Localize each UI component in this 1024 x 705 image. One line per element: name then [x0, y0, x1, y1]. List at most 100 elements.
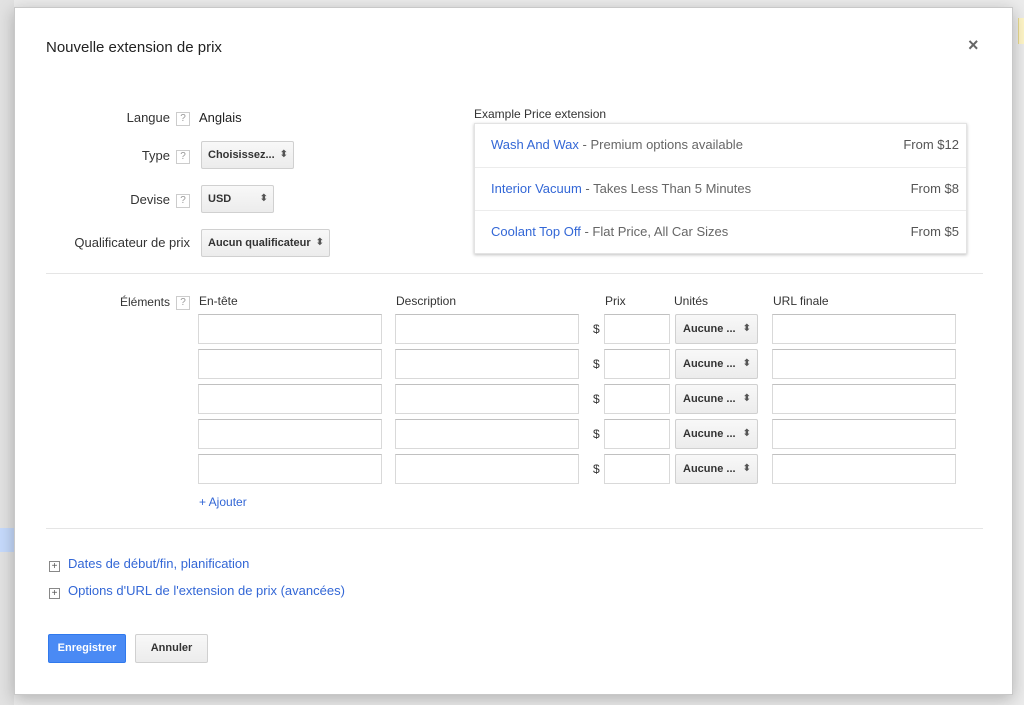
close-icon[interactable]: × [968, 35, 979, 56]
save-button[interactable]: Enregistrer [48, 634, 126, 663]
units-select[interactable]: Aucune ... ⬍ [675, 454, 758, 484]
help-icon[interactable]: ? [176, 295, 190, 310]
up-down-arrows-icon: ⬍ [742, 463, 751, 474]
qualifier-select-value: Aucun qualificateur [208, 237, 311, 249]
currency-symbol: $ [593, 392, 600, 406]
column-header-price: Prix [605, 294, 626, 308]
price-input[interactable] [604, 384, 670, 414]
final-url-input[interactable] [772, 384, 956, 414]
description-input[interactable] [395, 384, 579, 414]
description-input[interactable] [395, 349, 579, 379]
example-title: Example Price extension [474, 107, 607, 121]
column-header-final-url: URL finale [773, 294, 829, 308]
description-input[interactable] [395, 454, 579, 484]
example-price: From $8 [910, 181, 959, 196]
type-select-value: Choisissez... [208, 149, 275, 161]
price-extension-dialog: Nouvelle extension de prix × Langue? Ang… [14, 7, 1013, 695]
divider [46, 273, 983, 274]
description-input[interactable] [395, 419, 579, 449]
example-preview: Wash And Wax - Premium options available… [474, 123, 967, 254]
add-item-link[interactable]: + Ajouter [199, 495, 247, 509]
qualifier-select[interactable]: Aucun qualificateur ⬍ [201, 229, 330, 257]
units-select-value: Aucune ... [683, 393, 736, 405]
up-down-arrows-icon: ⬍ [315, 237, 324, 248]
final-url-input[interactable] [772, 419, 956, 449]
currency-symbol: $ [593, 462, 600, 476]
header-input[interactable] [198, 314, 382, 344]
column-header-description: Description [396, 294, 457, 308]
example-row-text: Interior Vacuum - Takes Less Than 5 Minu… [491, 181, 751, 196]
items-label: Éléments [119, 295, 170, 309]
currency-label: Devise [130, 192, 170, 207]
type-label-group: Type? [55, 148, 190, 164]
dates-expander[interactable]: + Dates de début/fin, planification [49, 556, 249, 572]
type-select[interactable]: Choisissez... ⬍ [201, 141, 294, 169]
currency-label-group: Devise? [55, 192, 190, 208]
url-options-expander[interactable]: + Options d'URL de l'extension de prix (a… [49, 583, 345, 599]
units-select[interactable]: Aucune ... ⬍ [675, 384, 758, 414]
header-input[interactable] [198, 384, 382, 414]
background-notice [1018, 18, 1024, 44]
up-down-arrows-icon: ⬍ [279, 149, 288, 160]
plus-box-icon: + [49, 561, 60, 572]
final-url-input[interactable] [772, 454, 956, 484]
units-select-value: Aucune ... [683, 428, 736, 440]
up-down-arrows-icon: ⬍ [259, 193, 268, 204]
up-down-arrows-icon: ⬍ [742, 428, 751, 439]
example-link: Coolant Top Off [491, 224, 581, 239]
currency-select[interactable]: USD ⬍ [201, 185, 274, 213]
price-input[interactable] [604, 349, 670, 379]
help-icon[interactable]: ? [176, 193, 190, 208]
help-icon[interactable]: ? [176, 149, 190, 164]
price-input[interactable] [604, 314, 670, 344]
language-label-group: Langue? [55, 110, 190, 126]
header-input[interactable] [198, 349, 382, 379]
example-row: Coolant Top Off - Flat Price, All Car Si… [475, 210, 966, 253]
header-input[interactable] [198, 419, 382, 449]
dialog-title: Nouvelle extension de prix [46, 39, 222, 56]
units-select[interactable]: Aucune ... ⬍ [675, 349, 758, 379]
background-highlight [0, 528, 14, 552]
column-header-units: Unités [674, 294, 709, 308]
dates-expander-label: Dates de début/fin, planification [68, 556, 250, 571]
up-down-arrows-icon: ⬍ [742, 358, 751, 369]
type-label: Type [141, 148, 170, 163]
currency-symbol: $ [593, 357, 600, 371]
language-label: Langue [126, 110, 170, 125]
items-label-group: Éléments? [55, 295, 190, 310]
units-select-value: Aucune ... [683, 323, 736, 335]
background-sidebar [0, 0, 14, 705]
units-select-value: Aucune ... [683, 463, 736, 475]
cancel-button[interactable]: Annuler [135, 634, 208, 663]
column-header-header: En-tête [199, 294, 238, 308]
currency-symbol: $ [593, 322, 600, 336]
currency-select-value: USD [208, 193, 232, 205]
url-options-expander-label: Options d'URL de l'extension de prix (av… [68, 583, 345, 598]
help-icon[interactable]: ? [176, 111, 190, 126]
units-select-value: Aucune ... [683, 358, 736, 370]
example-price: From $12 [903, 137, 959, 152]
qualifier-label: Qualificateur de prix [74, 235, 190, 250]
example-row: Interior Vacuum - Takes Less Than 5 Minu… [475, 167, 966, 210]
description-input[interactable] [395, 314, 579, 344]
final-url-input[interactable] [772, 314, 956, 344]
up-down-arrows-icon: ⬍ [742, 393, 751, 404]
price-input[interactable] [604, 419, 670, 449]
example-link: Interior Vacuum [491, 181, 582, 196]
example-desc: - Takes Less Than 5 Minutes [581, 181, 752, 196]
up-down-arrows-icon: ⬍ [742, 323, 751, 334]
example-row-text: Coolant Top Off - Flat Price, All Car Si… [491, 224, 728, 239]
units-select[interactable]: Aucune ... ⬍ [675, 314, 758, 344]
example-desc: - Premium options available [578, 137, 743, 152]
final-url-input[interactable] [772, 349, 956, 379]
example-link: Wash And Wax [491, 137, 579, 152]
example-desc: - Flat Price, All Car Sizes [580, 224, 729, 239]
example-row-text: Wash And Wax - Premium options available [491, 137, 743, 152]
units-select[interactable]: Aucune ... ⬍ [675, 419, 758, 449]
divider [46, 528, 983, 529]
header-input[interactable] [198, 454, 382, 484]
example-price: From $5 [910, 224, 959, 239]
price-input[interactable] [604, 454, 670, 484]
plus-box-icon: + [49, 588, 60, 599]
currency-symbol: $ [593, 427, 600, 441]
